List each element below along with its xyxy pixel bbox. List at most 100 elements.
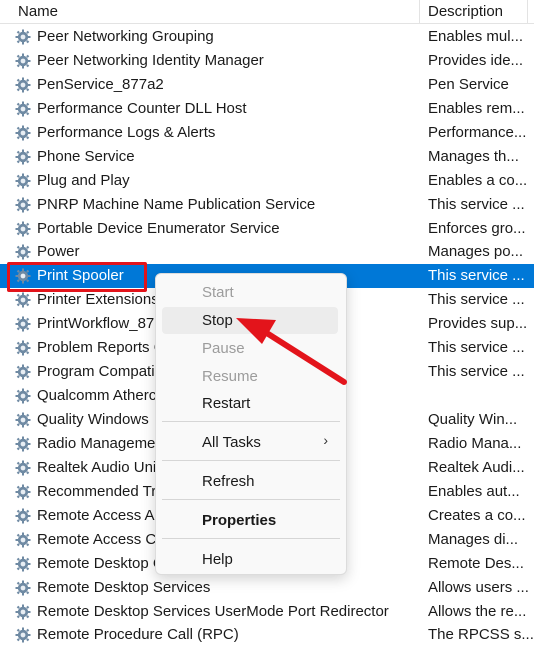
- menu-item-label: All Tasks: [202, 434, 261, 451]
- service-description: Pen Service: [428, 75, 509, 93]
- service-name: Performance Logs & Alerts: [37, 123, 216, 141]
- menu-item-restart[interactable]: Restart: [162, 390, 338, 417]
- gear-icon: [14, 626, 32, 644]
- column-divider[interactable]: [419, 0, 420, 23]
- service-name: Problem Reports C: [37, 339, 165, 357]
- service-description: Enables rem...: [428, 99, 525, 117]
- service-description: Manages po...: [428, 243, 524, 261]
- service-description: Creates a co...: [428, 506, 526, 524]
- gear-icon: [14, 579, 32, 597]
- gear-icon: [14, 411, 32, 429]
- service-description: Quality Win...: [428, 411, 518, 428]
- service-name: Realtek Audio Uni: [37, 458, 157, 476]
- service-row[interactable]: Peer Networking Grouping Enables mul...: [0, 25, 534, 49]
- menu-item-label: Restart: [202, 395, 251, 412]
- service-row[interactable]: Performance Logs & Alerts Performance...: [0, 121, 534, 145]
- service-name: Recommended Tro: [37, 482, 165, 500]
- service-row[interactable]: Remote Procedure Call (RPC) The RPCSS s..…: [0, 623, 534, 647]
- service-name: PenService_877a2: [37, 75, 164, 93]
- menu-separator: [162, 538, 340, 539]
- gear-icon: [14, 459, 32, 477]
- gear-icon: [14, 148, 32, 166]
- gear-icon: [14, 603, 32, 621]
- gear-icon: [14, 507, 32, 525]
- service-name: Remote Desktop Services UserMode Port Re…: [37, 602, 389, 620]
- service-description: This service ...: [428, 363, 525, 381]
- menu-item-pause[interactable]: Pause: [162, 335, 338, 362]
- service-description: This service ...: [428, 195, 525, 213]
- service-name: PrintWorkflow_877: [37, 315, 163, 333]
- menu-item-properties[interactable]: Properties: [162, 507, 338, 534]
- service-description: Manages di...: [428, 530, 519, 548]
- name-column-header[interactable]: Name: [18, 3, 58, 20]
- gear-icon: [14, 196, 32, 214]
- menu-item-label: Refresh: [202, 473, 255, 490]
- service-description: Remote Des...: [428, 554, 524, 572]
- column-divider[interactable]: [527, 0, 528, 23]
- gear-icon: [14, 363, 32, 381]
- service-name: Quality Windows: [37, 411, 149, 428]
- gear-icon: [14, 28, 32, 46]
- menu-item-label: Start: [202, 284, 234, 301]
- service-name: Portable Device Enumerator Service: [37, 219, 280, 237]
- menu-item-refresh[interactable]: Refresh: [162, 468, 338, 495]
- menu-item-help[interactable]: Help: [162, 546, 338, 573]
- description-column-header[interactable]: Description: [428, 3, 503, 20]
- service-row[interactable]: Power Manages po...: [0, 240, 534, 264]
- service-name: Power: [37, 243, 80, 261]
- gear-icon: [14, 315, 32, 333]
- service-row[interactable]: Remote Desktop Services UserMode Port Re…: [0, 600, 534, 624]
- gear-icon: [14, 124, 32, 142]
- service-description: Allows users ...: [428, 578, 529, 596]
- service-name: Printer Extensions: [37, 291, 159, 309]
- service-name: Remote Procedure Call (RPC): [37, 626, 239, 644]
- service-row[interactable]: Plug and Play Enables a co...: [0, 169, 534, 193]
- context-menu: Start Stop Pause Resume Restart All Task…: [155, 273, 347, 575]
- service-row[interactable]: Remote Desktop Services Allows users ...: [0, 576, 534, 600]
- chevron-right-icon: ›: [323, 432, 328, 448]
- menu-item-label: Pause: [202, 340, 245, 357]
- service-row[interactable]: PenService_877a2 Pen Service: [0, 73, 534, 97]
- service-row[interactable]: Peer Networking Identity Manager Provides…: [0, 49, 534, 73]
- gear-icon: [14, 52, 32, 70]
- service-description: Performance...: [428, 123, 527, 141]
- service-name: Plug and Play: [37, 171, 130, 189]
- service-name: Remote Access Co: [37, 530, 165, 548]
- service-description: The RPCSS s...: [428, 626, 534, 644]
- menu-item-resume[interactable]: Resume: [162, 363, 338, 390]
- menu-separator: [162, 421, 340, 422]
- gear-icon: [14, 100, 32, 118]
- menu-item-start[interactable]: Start: [162, 279, 338, 306]
- service-description: Enables a co...: [428, 171, 528, 189]
- service-row[interactable]: PNRP Machine Name Publication Service Thi…: [0, 193, 534, 217]
- service-description: Manages th...: [428, 147, 519, 165]
- gear-icon: [14, 339, 32, 357]
- menu-item-stop[interactable]: Stop: [162, 307, 338, 334]
- service-description: This service ...: [428, 291, 525, 309]
- service-name: Program Compatib: [37, 363, 163, 381]
- menu-separator: [162, 460, 340, 461]
- menu-item-label: Properties: [202, 512, 277, 529]
- service-name: Remote Access Au: [37, 506, 163, 524]
- gear-icon: [14, 531, 32, 549]
- service-row[interactable]: Portable Device Enumerator Service Enforc…: [0, 217, 534, 241]
- service-name: Performance Counter DLL Host: [37, 99, 247, 117]
- gear-icon: [14, 220, 32, 238]
- service-name: Peer Networking Grouping: [37, 28, 214, 45]
- menu-separator: [162, 499, 340, 500]
- gear-icon: [14, 483, 32, 501]
- menu-item-label: Help: [202, 551, 233, 568]
- service-description: Enables aut...: [428, 482, 520, 500]
- column-header: Name Description: [0, 0, 534, 24]
- gear-icon: [14, 172, 32, 190]
- gear-icon: [14, 387, 32, 405]
- gear-icon: [14, 435, 32, 453]
- service-name: Radio Manageme: [37, 434, 156, 452]
- service-description: This service ...: [428, 339, 525, 357]
- service-description: Provides sup...: [428, 315, 528, 333]
- service-name: Qualcomm Atherc: [37, 387, 157, 405]
- menu-item-all-tasks[interactable]: All Tasks ›: [162, 429, 338, 456]
- service-row[interactable]: Performance Counter DLL Host Enables rem.…: [0, 97, 534, 121]
- service-row[interactable]: Phone Service Manages th...: [0, 145, 534, 169]
- highlight-annotation-box: [7, 262, 147, 292]
